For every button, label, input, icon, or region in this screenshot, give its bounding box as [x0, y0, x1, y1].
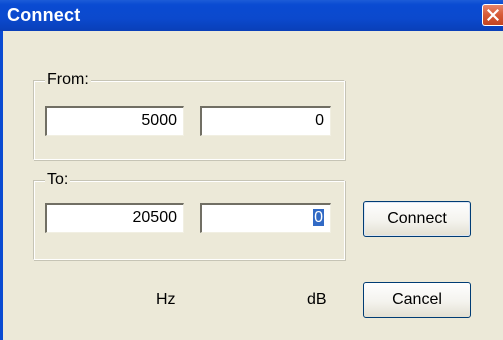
title-bar[interactable]: Connect: [0, 0, 503, 31]
connect-dialog: Connect From: 5000 0 To: 20500 0 Connect…: [0, 0, 503, 340]
window-title: Connect: [7, 5, 81, 25]
to-frequency-value: 20500: [132, 209, 178, 226]
level-unit-label: dB: [307, 291, 327, 308]
frequency-unit-label: Hz: [156, 291, 176, 308]
connect-button[interactable]: Connect: [363, 201, 471, 237]
to-group-label: To:: [45, 171, 71, 189]
close-x-icon: [487, 9, 499, 21]
cancel-button[interactable]: Cancel: [363, 282, 471, 318]
from-frequency-value: 5000: [141, 112, 177, 129]
close-button[interactable]: [482, 4, 503, 26]
to-level-input[interactable]: 0: [200, 203, 331, 233]
from-level-value: 0: [315, 112, 324, 129]
to-frequency-input[interactable]: 20500: [45, 203, 184, 233]
from-frequency-input[interactable]: 5000: [45, 106, 184, 136]
window-left-border: [0, 31, 3, 340]
to-level-value: 0: [313, 209, 324, 226]
from-group-label: From:: [45, 71, 91, 89]
from-level-input[interactable]: 0: [200, 106, 331, 136]
